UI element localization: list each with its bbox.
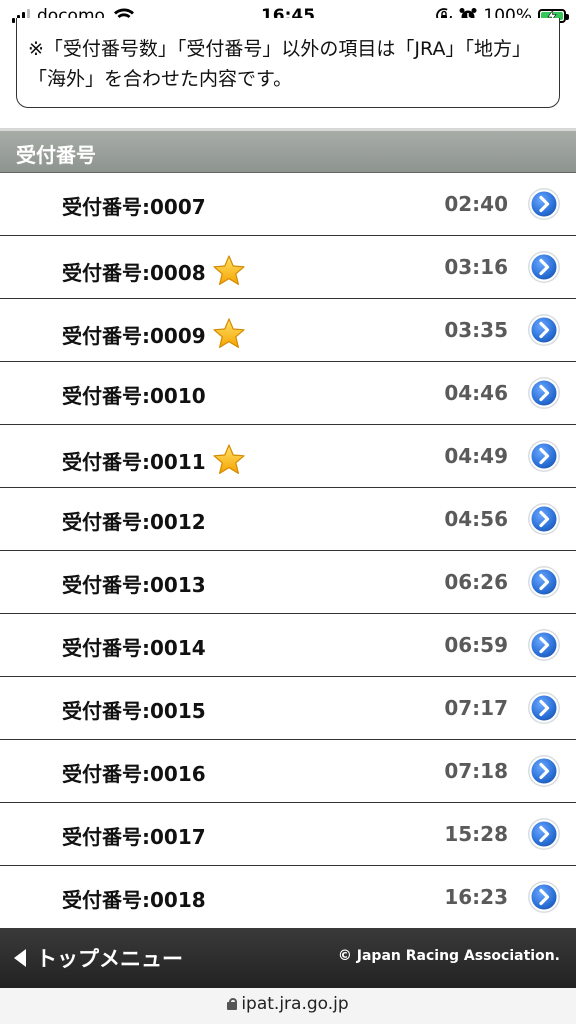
receipt-number: 受付番号:0012 (62, 510, 206, 534)
receipt-row[interactable]: 受付番号:0011 04:49 (0, 425, 576, 488)
receipt-row[interactable]: 受付番号:0009 03:35 (0, 299, 576, 362)
receipt-label: 受付番号:0007 (62, 191, 206, 220)
receipt-number: 受付番号:0017 (62, 825, 206, 849)
chevron-right-icon[interactable] (527, 628, 561, 662)
receipt-row[interactable]: 受付番号:0010 04:46 (0, 362, 576, 425)
footer-bar: トップメニュー © Japan Racing Association. (0, 928, 576, 988)
receipt-number: 受付番号:0013 (62, 573, 206, 597)
browser-url-bar[interactable]: ipat.jra.go.jp (0, 988, 576, 1024)
receipt-row[interactable]: 受付番号:0015 07:17 (0, 677, 576, 740)
receipt-row[interactable]: 受付番号:0017 15:28 (0, 803, 576, 866)
chevron-right-icon[interactable] (527, 754, 561, 788)
section-title: 受付番号 (16, 143, 96, 167)
star-icon (213, 255, 245, 285)
receipt-list: 受付番号:0007 02:40 受付番号:0008 03:16 受付番号:000… (0, 173, 576, 929)
receipt-row[interactable]: 受付番号:0013 06:26 (0, 551, 576, 614)
receipt-row[interactable]: 受付番号:0014 06:59 (0, 614, 576, 677)
note-text: ※「受付番号数」「受付番号」以外の項目は「JRA」「地方」「海外」を合わせた内容… (28, 38, 531, 90)
receipt-row[interactable]: 受付番号:0012 04:56 (0, 488, 576, 551)
receipt-number: 受付番号:0010 (62, 384, 206, 408)
copyright-text: © Japan Racing Association. (337, 948, 560, 964)
receipt-label: 受付番号:0012 (62, 506, 206, 535)
chevron-right-icon[interactable] (527, 250, 561, 284)
section-header: 受付番号 (0, 131, 576, 173)
top-menu-label: トップメニュー (36, 947, 183, 971)
url-text: ipat.jra.go.jp (241, 994, 349, 1014)
receipt-row[interactable]: 受付番号:0018 16:23 (0, 866, 576, 929)
chevron-right-icon[interactable] (527, 187, 561, 221)
receipt-number: 受付番号:0016 (62, 762, 206, 786)
receipt-time: 06:26 (444, 570, 508, 594)
receipt-label: 受付番号:0008 (62, 254, 246, 288)
receipt-time: 07:17 (444, 696, 508, 720)
receipt-time: 02:40 (444, 192, 508, 216)
receipt-label: 受付番号:0018 (62, 884, 206, 913)
chevron-right-icon[interactable] (527, 439, 561, 473)
receipt-number: 受付番号:0018 (62, 888, 206, 912)
lock-icon (227, 998, 238, 1010)
back-triangle-icon (14, 949, 26, 967)
receipt-time: 15:28 (444, 822, 508, 846)
receipt-label: 受付番号:0017 (62, 821, 206, 850)
receipt-label: 受付番号:0010 (62, 380, 206, 409)
receipt-row[interactable]: 受付番号:0007 02:40 (0, 173, 576, 236)
top-menu-link[interactable]: トップメニュー (14, 941, 183, 975)
chevron-right-icon[interactable] (527, 565, 561, 599)
receipt-number: 受付番号:0011 (62, 449, 206, 474)
receipt-time: 03:35 (444, 318, 508, 342)
chevron-right-icon[interactable] (527, 376, 561, 410)
receipt-label: 受付番号:0016 (62, 758, 206, 787)
receipt-number: 受付番号:0007 (62, 195, 206, 219)
receipt-label: 受付番号:0009 (62, 317, 246, 351)
receipt-label: 受付番号:0015 (62, 695, 206, 724)
chevron-right-icon[interactable] (527, 691, 561, 725)
receipt-time: 03:16 (444, 255, 508, 279)
receipt-number: 受付番号:0009 (62, 323, 206, 348)
receipt-time: 07:18 (444, 759, 508, 783)
star-icon (213, 318, 245, 348)
chevron-right-icon[interactable] (527, 502, 561, 536)
receipt-row[interactable]: 受付番号:0016 07:18 (0, 740, 576, 803)
receipt-number: 受付番号:0015 (62, 699, 206, 723)
receipt-time: 04:49 (444, 444, 508, 468)
receipt-time: 06:59 (444, 633, 508, 657)
chevron-right-icon[interactable] (527, 817, 561, 851)
receipt-time: 16:23 (444, 885, 508, 909)
receipt-label: 受付番号:0014 (62, 632, 206, 661)
receipt-time: 04:56 (444, 507, 508, 531)
receipt-label: 受付番号:0011 (62, 443, 246, 477)
url-display: ipat.jra.go.jp (0, 994, 576, 1014)
receipt-time: 04:46 (444, 381, 508, 405)
chevron-right-icon[interactable] (527, 313, 561, 347)
receipt-number: 受付番号:0014 (62, 636, 206, 660)
receipt-row[interactable]: 受付番号:0008 03:16 (0, 236, 576, 299)
receipt-number: 受付番号:0008 (62, 260, 206, 285)
receipt-label: 受付番号:0013 (62, 569, 206, 598)
chevron-right-icon[interactable] (527, 880, 561, 914)
star-icon (213, 444, 245, 474)
